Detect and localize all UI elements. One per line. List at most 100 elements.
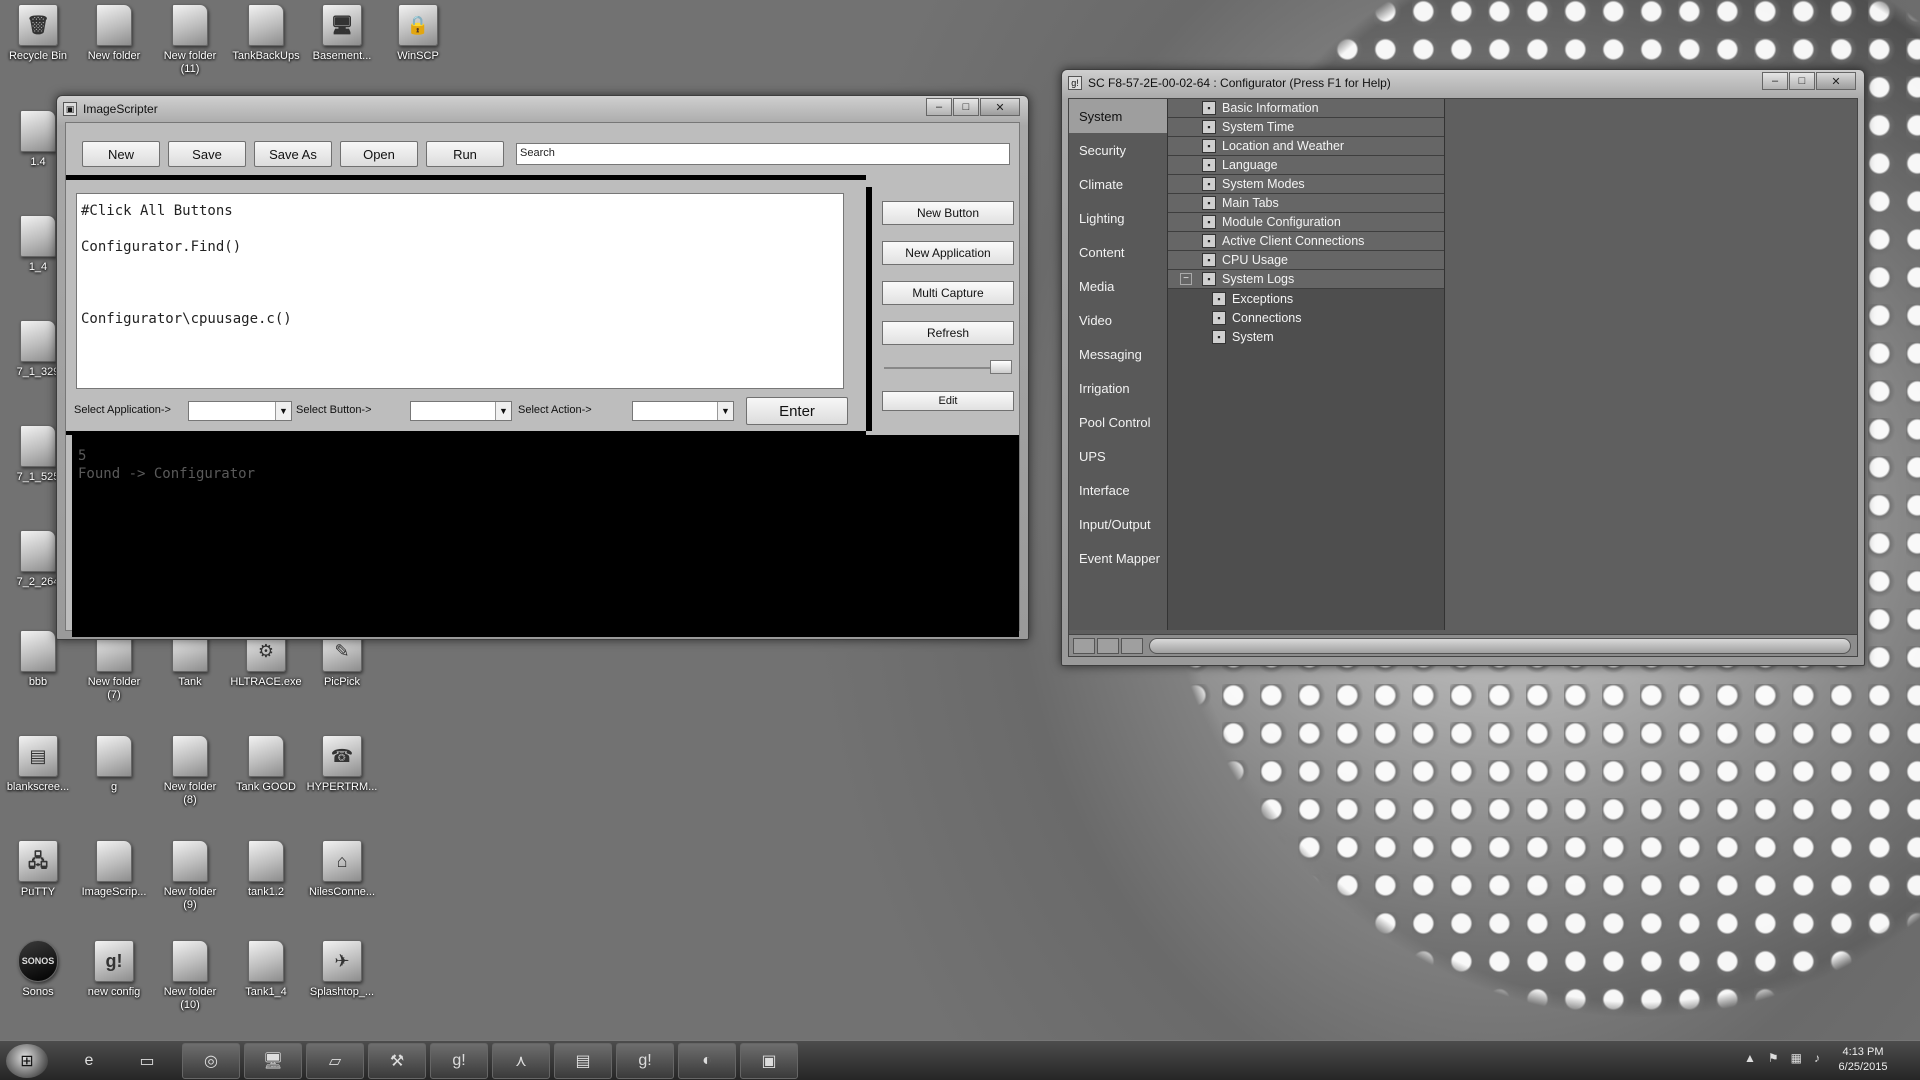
select-action-dropdown[interactable]: ▼ <box>632 401 734 421</box>
imagescripter-titlebar[interactable]: ▣ ImageScripter <box>57 96 1028 122</box>
select-button-dropdown[interactable]: ▼ <box>410 401 512 421</box>
desktop-icon-label: new config <box>87 986 141 998</box>
desktop-icon[interactable]: tank1.2 <box>228 840 304 899</box>
desktop-icon[interactable]: New folder (11) <box>152 4 228 76</box>
desktop-icon[interactable]: 🖧 PuTTY <box>0 840 76 899</box>
taskbar-configurator[interactable]: g! <box>430 1043 488 1079</box>
chevron-down-icon: ▼ <box>717 402 733 420</box>
nav-item-ups[interactable]: UPS <box>1069 439 1167 473</box>
minimize-icon[interactable]: – <box>1762 72 1788 90</box>
network-icon[interactable]: ▦ <box>1791 1051 1802 1065</box>
taskbar-imagescripter[interactable]: ⋏ <box>492 1043 550 1079</box>
desktop-icon[interactable]: TankBackUps <box>228 4 304 63</box>
taskbar-app[interactable]: ◐ <box>678 1043 736 1079</box>
new-application-button[interactable]: New Application <box>882 241 1014 265</box>
nav-item-video[interactable]: Video <box>1069 303 1167 337</box>
nav-item-content[interactable]: Content <box>1069 235 1167 269</box>
nav-item-lighting[interactable]: Lighting <box>1069 201 1167 235</box>
minimize-icon[interactable]: – <box>926 98 952 116</box>
save-button[interactable]: Save <box>168 141 246 167</box>
open-button[interactable]: Open <box>340 141 418 167</box>
configurator-titlebar[interactable]: g! SC F8-57-2E-00-02-64 : Configurator (… <box>1062 70 1864 96</box>
nav-item-pool-control[interactable]: Pool Control <box>1069 405 1167 439</box>
collapse-icon[interactable]: − <box>1180 273 1192 285</box>
start-button[interactable]: ⊞ <box>6 1044 48 1078</box>
maximize-icon[interactable]: □ <box>953 98 979 116</box>
close-icon[interactable]: ✕ <box>1816 72 1856 90</box>
desktop-icon[interactable]: Tank GOOD <box>228 735 304 794</box>
taskbar-configurator-2[interactable]: g! <box>616 1043 674 1079</box>
tree-item-label: Language <box>1222 158 1278 172</box>
nav-item-input-output[interactable]: Input/Output <box>1069 507 1167 541</box>
tree-item[interactable]: ▪ Main Tabs <box>1168 194 1444 213</box>
new-button[interactable]: New <box>82 141 160 167</box>
desktop-icon[interactable]: ▤ blankscree... <box>0 735 76 794</box>
multi-capture-button[interactable]: Multi Capture <box>882 281 1014 305</box>
desktop-icon[interactable]: 🔒 WinSCP <box>380 4 456 63</box>
nav-item-messaging[interactable]: Messaging <box>1069 337 1167 371</box>
tree-item[interactable]: ▪ Language <box>1168 156 1444 175</box>
edit-button[interactable]: Edit <box>882 391 1014 411</box>
taskbar-chrome[interactable]: ◎ <box>182 1043 240 1079</box>
desktop-icon[interactable]: 🖥 Basement... <box>304 4 380 63</box>
desktop-icon[interactable]: ✈ Splashtop_... <box>304 940 380 999</box>
maximize-icon[interactable]: □ <box>1789 72 1815 90</box>
volume-icon[interactable]: ♪ <box>1814 1051 1820 1065</box>
taskbar-tools[interactable]: ⚒ <box>368 1043 426 1079</box>
enter-button[interactable]: Enter <box>746 397 848 425</box>
nav-item-media[interactable]: Media <box>1069 269 1167 303</box>
script-editor[interactable]: #Click All Buttons Configurator.Find() Con… <box>76 193 844 389</box>
tree-item[interactable]: ▪ System Modes <box>1168 175 1444 194</box>
tree-item[interactable]: ▪ System <box>1168 327 1444 346</box>
desktop-icon-label: WinSCP <box>397 50 439 62</box>
show-hidden-icon[interactable]: ▲ <box>1744 1051 1756 1065</box>
nav-item-system[interactable]: System <box>1069 99 1167 133</box>
desktop-icon[interactable]: Tank1_4 <box>228 940 304 999</box>
tree-item[interactable]: ▪ Basic Information <box>1168 99 1444 118</box>
tree-item[interactable]: ▪ System Time <box>1168 118 1444 137</box>
taskbar-console[interactable]: ▤ <box>554 1043 612 1079</box>
clock[interactable]: 4:13 PM 6/25/2015 <box>1828 1045 1898 1075</box>
desktop-icon[interactable]: ⌂ NilesConne... <box>304 840 380 899</box>
refresh-button[interactable]: Refresh <box>882 321 1014 345</box>
nav-item-security[interactable]: Security <box>1069 133 1167 167</box>
new-button-button[interactable]: New Button <box>882 201 1014 225</box>
nav-item-interface[interactable]: Interface <box>1069 473 1167 507</box>
desktop-icon[interactable]: New folder (10) <box>152 940 228 1012</box>
close-icon[interactable]: ✕ <box>980 98 1020 116</box>
desktop-icon[interactable]: g <box>76 735 152 794</box>
taskbar-explorer[interactable]: ▭ <box>118 1043 176 1079</box>
taskbar-ie[interactable]: e <box>60 1043 118 1079</box>
tree-item[interactable]: ▪ Connections <box>1168 308 1444 327</box>
tree-item[interactable]: ▪ Active Client Connections <box>1168 232 1444 251</box>
desktop-icon[interactable]: New folder <box>76 4 152 63</box>
tree-item[interactable]: ▪ Exceptions <box>1168 289 1444 308</box>
taskbar-remote[interactable]: 🖥 <box>244 1043 302 1079</box>
desktop-icon[interactable]: SONOS Sonos <box>0 940 76 999</box>
save-as-button[interactable]: Save As <box>254 141 332 167</box>
nav-item-irrigation[interactable]: Irrigation <box>1069 371 1167 405</box>
run-button[interactable]: Run <box>426 141 504 167</box>
tree-item[interactable]: ▪ Location and Weather <box>1168 137 1444 156</box>
desktop-icon[interactable]: ImageScrip... <box>76 840 152 899</box>
slider-thumb[interactable] <box>990 360 1012 374</box>
flag-icon[interactable]: ⚑ <box>1768 1051 1779 1065</box>
taskbar-notepad[interactable]: ▱ <box>306 1043 364 1079</box>
desktop-icon[interactable]: New folder (7) <box>76 630 152 702</box>
search-input[interactable]: Search <box>516 143 1010 165</box>
top-splitter[interactable] <box>66 175 866 180</box>
desktop-icon[interactable]: 🗑 Recycle Bin <box>0 4 76 63</box>
horizontal-scrollbar[interactable] <box>1149 638 1851 654</box>
desktop-icon[interactable]: New folder (9) <box>152 840 228 912</box>
tree-item[interactable]: ▪ Module Configuration <box>1168 213 1444 232</box>
taskbar-window[interactable]: ▣ <box>740 1043 798 1079</box>
tree-item[interactable]: − ▪ System Logs <box>1168 270 1444 289</box>
nav-item-event-mapper[interactable]: Event Mapper <box>1069 541 1167 575</box>
select-application-dropdown[interactable]: ▼ <box>188 401 292 421</box>
tree-item[interactable]: ▪ CPU Usage <box>1168 251 1444 270</box>
desktop-icon[interactable]: g! new config <box>76 940 152 999</box>
nav-item-climate[interactable]: Climate <box>1069 167 1167 201</box>
desktop-icon[interactable]: New folder (8) <box>152 735 228 807</box>
desktop-icon[interactable]: ☎ HYPERTRM... <box>304 735 380 794</box>
